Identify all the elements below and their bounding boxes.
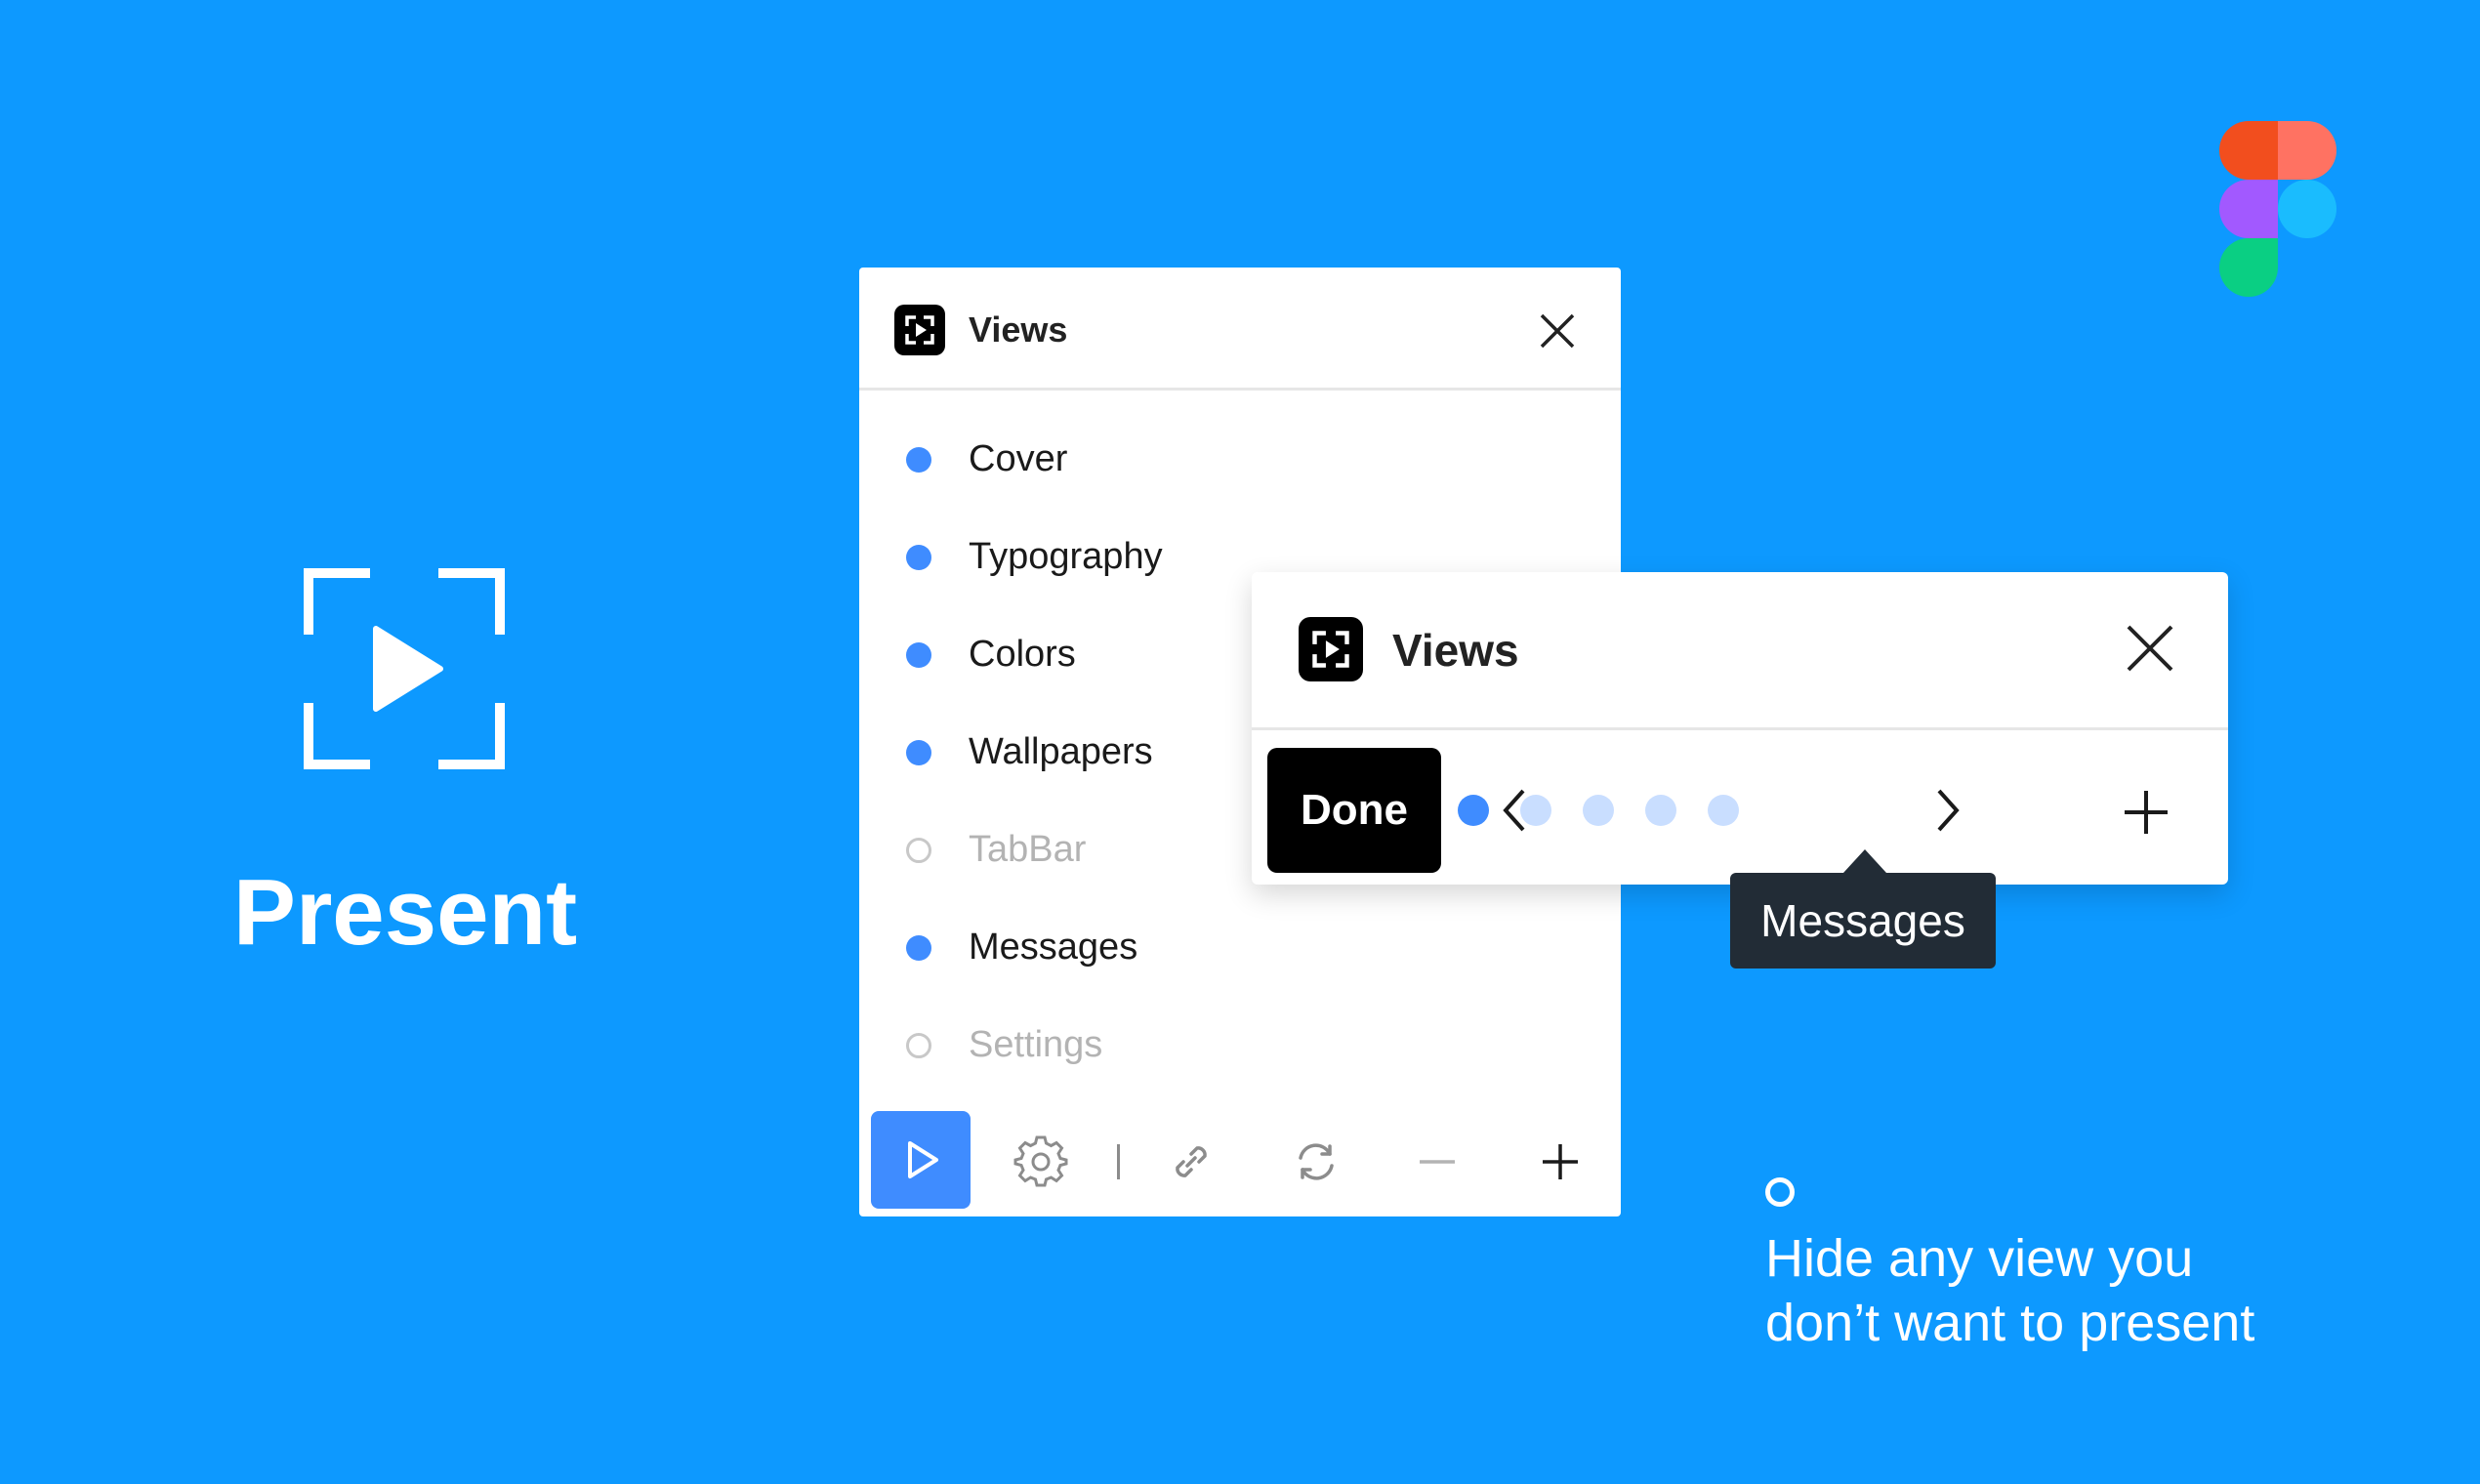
visibility-ring-icon[interactable] [906,1033,931,1058]
gear-icon[interactable] [1013,1134,1068,1189]
hidden-view-ring-icon [1765,1177,1795,1207]
pager-dot[interactable] [1458,795,1489,826]
figma-logo [2219,121,2336,297]
view-label: Typography [969,536,1163,577]
play-button[interactable] [871,1111,971,1209]
tooltip-arrow [1843,849,1886,873]
visibility-dot-icon[interactable] [906,447,931,473]
close-icon[interactable] [1537,310,1578,351]
view-label: Colors [969,634,1076,675]
visibility-dot-icon[interactable] [906,545,931,570]
view-label: Messages [969,927,1138,968]
compact-views-panel: Views Done [1252,572,2228,885]
visibility-ring-icon[interactable] [906,838,931,863]
visibility-dot-icon[interactable] [906,642,931,668]
present-app-icon [894,305,945,355]
minus-icon[interactable] [1410,1134,1465,1189]
plus-icon[interactable] [2119,785,2173,840]
tooltip: Messages [1730,873,1996,969]
hint-line: don’t want to present [1765,1294,2255,1352]
chevron-right-icon[interactable] [1922,785,1972,836]
panel-header: Views [859,268,1621,391]
panel-title: Views [969,309,1068,350]
pager-dot[interactable] [1520,795,1551,826]
link-icon[interactable] [1164,1134,1219,1189]
visibility-dot-icon[interactable] [906,935,931,961]
visibility-dot-icon[interactable] [906,740,931,765]
panel-toolbar [859,1111,1621,1216]
view-label: Wallpapers [969,731,1153,772]
pager-dot[interactable] [1583,795,1614,826]
present-app-icon [1299,617,1363,681]
refresh-icon[interactable] [1289,1134,1343,1189]
view-label: Settings [969,1024,1103,1065]
view-label: Cover [969,438,1068,479]
hint-text: Hide any view you don’t want to present [1765,1226,2390,1355]
view-label: TabBar [969,829,1087,870]
compact-panel-title: Views [1392,625,1519,676]
view-item-settings[interactable]: Settings [859,1010,1621,1107]
pager-dot[interactable] [1645,795,1676,826]
toolbar-divider [1117,1144,1120,1179]
view-item-cover[interactable]: Cover [859,424,1621,521]
close-icon[interactable] [2123,621,2177,676]
view-item-messages[interactable]: Messages [859,912,1621,1010]
compact-panel-header: Views [1252,572,2228,730]
done-button[interactable]: Done [1267,748,1441,873]
plus-icon[interactable] [1533,1134,1588,1189]
present-icon [304,568,505,769]
pager-dot[interactable] [1708,795,1739,826]
hint-line: Hide any view you [1765,1229,2194,1288]
hero-title: Present [232,860,578,965]
play-icon [908,1141,938,1178]
